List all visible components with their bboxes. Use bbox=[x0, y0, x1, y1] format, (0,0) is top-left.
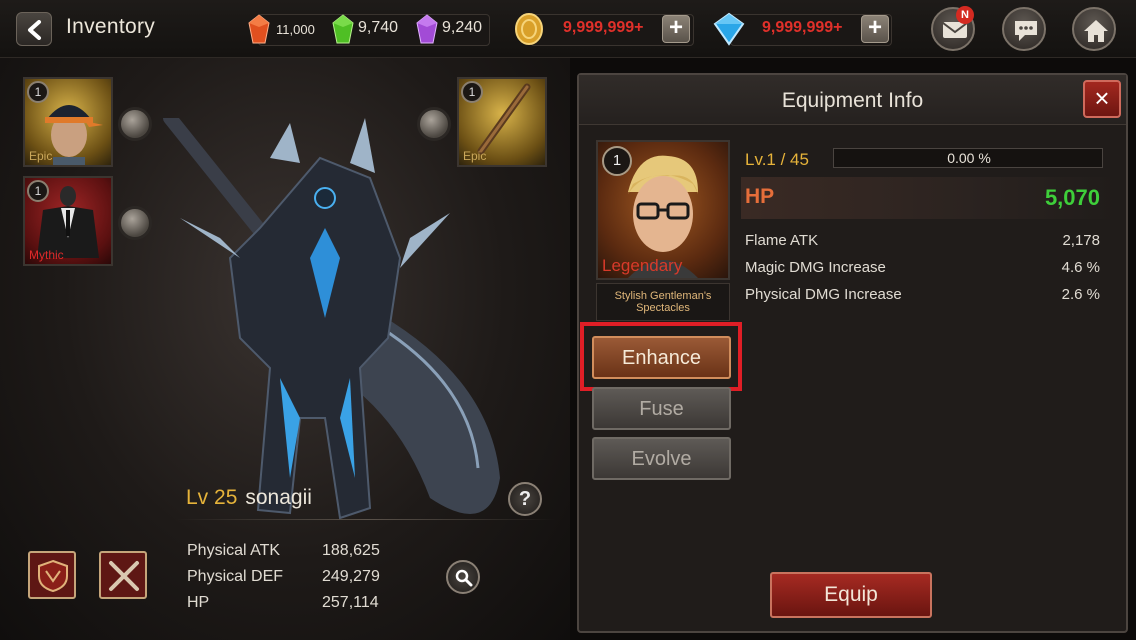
green-gem-icon bbox=[332, 14, 354, 44]
stat-label: Physical DEF bbox=[187, 568, 284, 585]
stat-physical-def: Physical DEF 249,279 bbox=[187, 568, 380, 586]
notification-badge: N bbox=[956, 6, 974, 24]
top-bar: Inventory 11,000 9,740 9,240 9,999,999+ … bbox=[0, 0, 1136, 58]
home-icon bbox=[1084, 20, 1108, 42]
diamond-icon bbox=[713, 12, 745, 46]
help-button[interactable]: ? bbox=[508, 482, 542, 516]
equipment-info-panel: Equipment Info × 1 Legendary Stylish Gen… bbox=[577, 73, 1128, 633]
slot-rarity-label: Epic bbox=[29, 149, 53, 163]
stat-hp: HP 257,114 bbox=[187, 594, 379, 612]
attribute-value: 2.6 % bbox=[1061, 286, 1100, 303]
item-level: Lv.1 / 45 bbox=[745, 150, 809, 169]
back-button[interactable] bbox=[16, 12, 52, 46]
equipment-slot-hat[interactable]: 1 Epic bbox=[23, 77, 113, 167]
character-area: 1 Epic 1 Mythic 1 Epic Lv 25 sonagii ? P… bbox=[0, 58, 570, 640]
add-gold-button[interactable]: + bbox=[662, 15, 690, 43]
gold-coin-icon bbox=[515, 13, 543, 45]
item-portrait: 1 Legendary bbox=[596, 140, 730, 280]
xp-progress-bar: 0.00 % bbox=[833, 148, 1103, 168]
divider bbox=[176, 519, 556, 520]
slot-level-badge: 1 bbox=[461, 81, 483, 103]
pvp-emblem-button[interactable] bbox=[99, 551, 147, 599]
page-title: Inventory bbox=[66, 15, 156, 38]
character-model bbox=[163, 118, 500, 520]
red-gem-count: 11,000 bbox=[276, 22, 315, 37]
xp-progress-text: 0.00 % bbox=[947, 150, 991, 166]
character-name-line: Lv 25 sonagii bbox=[186, 486, 312, 510]
close-button[interactable]: × bbox=[1083, 80, 1121, 118]
add-diamond-button[interactable]: + bbox=[861, 15, 889, 43]
attribute-label: Magic DMG Increase bbox=[745, 259, 886, 276]
gem-socket[interactable] bbox=[118, 206, 152, 240]
diamond-amount: 9,999,999+ bbox=[762, 19, 843, 36]
stat-value: 188,625 bbox=[322, 542, 380, 559]
equip-button[interactable]: Equip bbox=[770, 572, 932, 618]
character-name: sonagii bbox=[245, 486, 312, 509]
item-name: Stylish Gentleman's Spectacles bbox=[596, 283, 730, 321]
chevron-left-icon bbox=[28, 20, 41, 40]
stat-details-button[interactable] bbox=[446, 560, 480, 594]
shield-emblem-icon bbox=[38, 559, 68, 593]
fuse-button[interactable]: Fuse bbox=[592, 387, 731, 430]
attribute-value: 4.6 % bbox=[1061, 259, 1100, 276]
green-gem-count: 9,740 bbox=[358, 19, 399, 36]
chat-icon bbox=[1015, 21, 1037, 41]
gem-socket[interactable] bbox=[118, 107, 152, 141]
stat-value: 257,114 bbox=[322, 594, 379, 611]
character-level: Lv 25 bbox=[186, 486, 238, 509]
crossed-swords-icon bbox=[109, 561, 139, 591]
stat-value: 249,279 bbox=[322, 568, 380, 585]
slot-level-badge: 1 bbox=[27, 81, 49, 103]
purple-gem-icon bbox=[416, 14, 438, 44]
slot-level-badge: 1 bbox=[27, 180, 49, 202]
guild-emblem-button[interactable] bbox=[28, 551, 76, 599]
enhance-button[interactable]: Enhance bbox=[592, 336, 731, 379]
attribute-value: 2,178 bbox=[1062, 232, 1100, 249]
red-gem-icon bbox=[248, 14, 270, 44]
stat-physical-atk: Physical ATK 188,625 bbox=[187, 542, 380, 560]
purple-gem-count: 9,240 bbox=[442, 19, 483, 36]
stat-label: Physical ATK bbox=[187, 542, 281, 559]
slot-rarity-label: Mythic bbox=[29, 248, 64, 262]
home-button[interactable] bbox=[1072, 7, 1116, 51]
attribute-label: Flame ATK bbox=[745, 232, 819, 249]
stat-label: HP bbox=[187, 594, 210, 611]
item-level-badge: 1 bbox=[602, 146, 632, 176]
chat-button[interactable] bbox=[1002, 7, 1046, 51]
attribute-label: Physical DMG Increase bbox=[745, 286, 902, 303]
evolve-button[interactable]: Evolve bbox=[592, 437, 731, 480]
item-rarity-label: Legendary bbox=[602, 256, 683, 275]
main-stat-value: 5,070 bbox=[1044, 185, 1100, 210]
equipment-slot-outfit[interactable]: 1 Mythic bbox=[23, 176, 113, 266]
panel-title: Equipment Info bbox=[781, 89, 924, 112]
panel-header: Equipment Info × bbox=[579, 75, 1126, 125]
gold-amount: 9,999,999+ bbox=[563, 19, 644, 36]
main-stat-label: HP bbox=[745, 185, 775, 208]
search-icon bbox=[455, 569, 473, 587]
